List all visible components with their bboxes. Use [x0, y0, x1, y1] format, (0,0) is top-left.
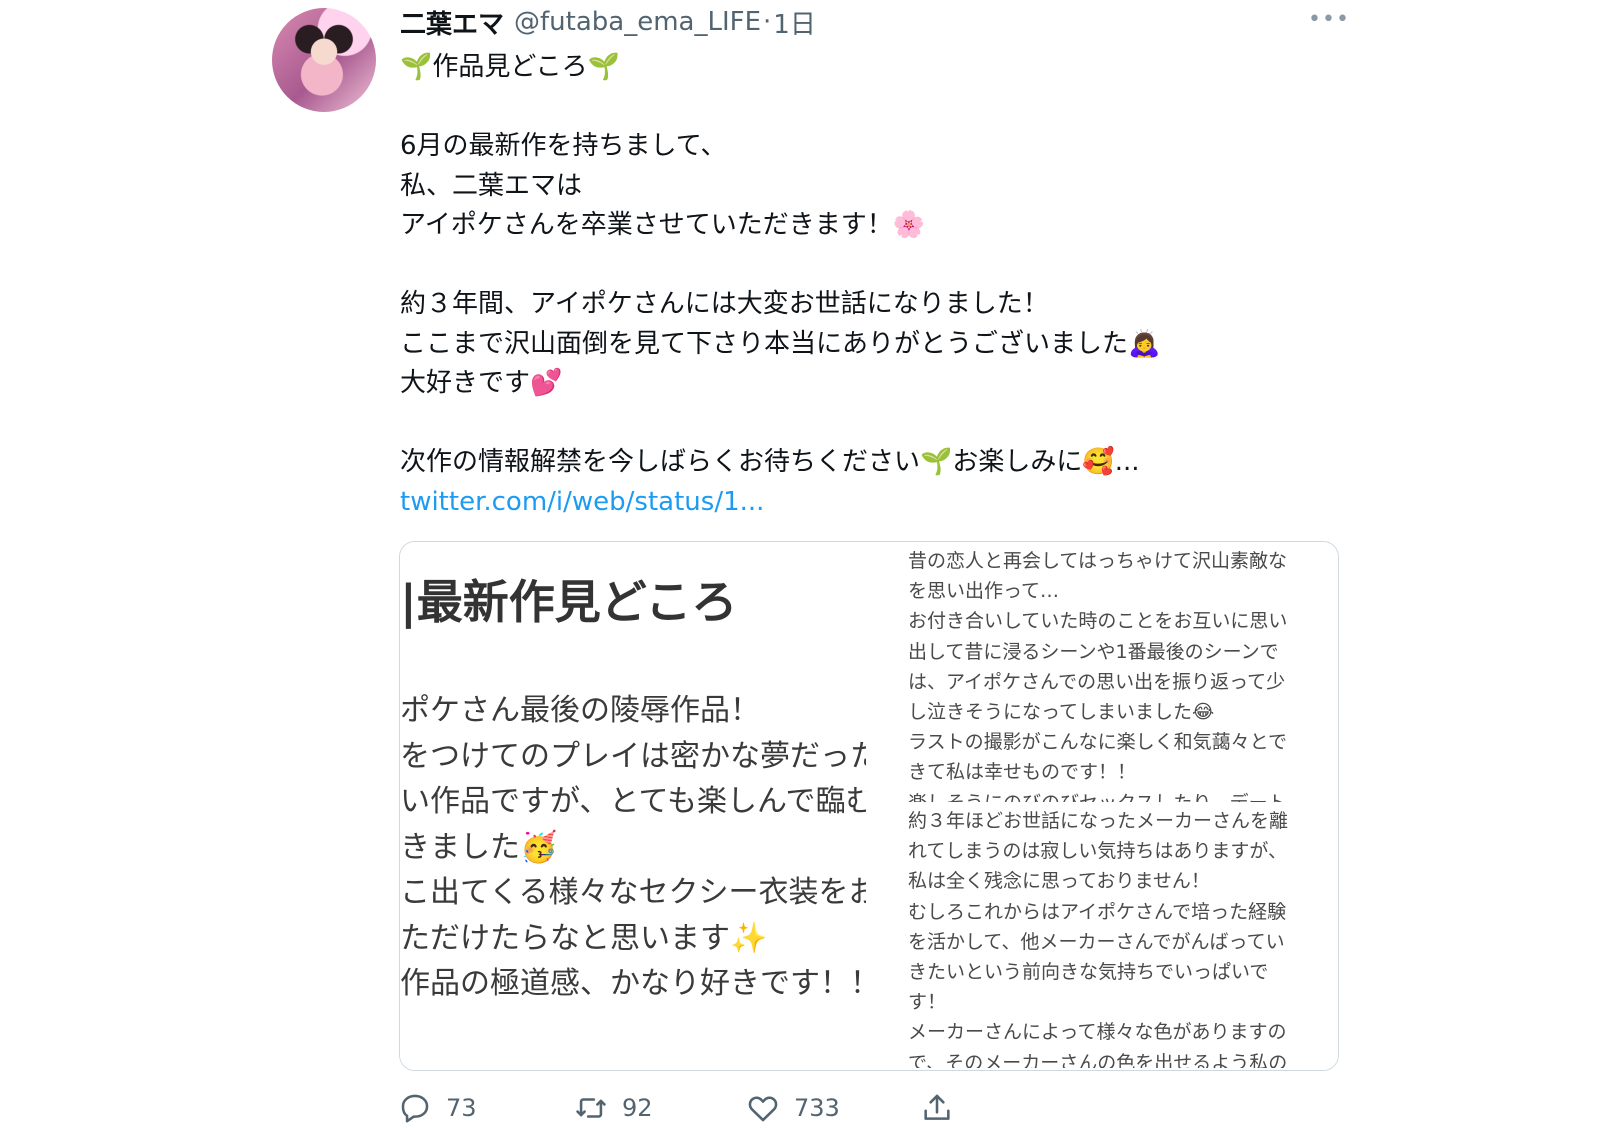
- header-separator: ·: [763, 7, 772, 37]
- reply-count: 73: [446, 1094, 477, 1122]
- tweet-link[interactable]: twitter.com/i/web/status/1...: [400, 483, 1300, 523]
- tweet-line: 次作の情報解禁を今しばらくお待ちください🌱お楽しみに🥰...: [400, 447, 1140, 477]
- like-button[interactable]: 733: [746, 1088, 840, 1128]
- tweet-header: 二葉エマ @futaba_ema_LIFE · 1日: [400, 4, 816, 41]
- image-line: を思い出作って…: [908, 580, 1060, 603]
- image-text-block-top: 昔の恋人と再会してはっちゃけて沢山素敵な を思い出作って… お付き合いしていた時…: [908, 546, 1318, 802]
- author-name[interactable]: 二葉エマ: [400, 4, 504, 41]
- like-count: 733: [794, 1094, 840, 1122]
- image-line: 楽しそうにのびのびセックスしたり、デート: [908, 788, 1318, 803]
- tweet-text: 🌱作品見どころ🌱 6月の最新作を持ちまして、 私、二葉エマは アイポケさんを卒業…: [400, 48, 1300, 522]
- tweet-line: [400, 246, 1300, 286]
- image-line: は、アイポケさんでの思い出を振り返って少: [908, 670, 1286, 693]
- retweet-button[interactable]: 92: [574, 1088, 653, 1128]
- tweet-line: アイポケさんを卒業させていただきます！🌸: [400, 210, 926, 240]
- image-line: きて私は幸せものです！！: [908, 761, 1137, 784]
- more-horizontal-icon[interactable]: •••: [1308, 9, 1349, 31]
- image-line: 昔の恋人と再会してはっちゃけて沢山素敵な: [908, 550, 1288, 572]
- image-line: お付き合いしていた時のことをお互いに思い: [908, 610, 1288, 633]
- tweet-line: ここまで沢山面倒を見て下さり本当にありがとうございました🙇‍♀️: [400, 328, 1161, 359]
- tweet-line: 約３年間、アイポケさんには大変お世話になりました！: [400, 289, 1049, 319]
- image-body-text: ポケさん最後の陵辱作品！ をつけてのプレイは密かな夢だった い作品ですが、とても…: [400, 688, 866, 1007]
- share-icon: [920, 1091, 954, 1125]
- retweet-count: 92: [622, 1094, 653, 1122]
- tweet-line: 大好きです💕: [400, 368, 563, 398]
- image-line: し泣きそうになってしまいました😂: [908, 700, 1215, 723]
- image-line: ラストの撮影がこんなに楽しく和気藹々とで: [908, 731, 1288, 754]
- media-image-left[interactable]: |最新作見どころ ポケさん最後の陵辱作品！ をつけてのプレイは密かな夢だった い…: [400, 542, 866, 1070]
- heart-icon: [746, 1091, 780, 1125]
- image-line: メーカーさんによって様々な色がありますの: [908, 1021, 1287, 1044]
- tweet-line: 6月の最新作を持ちまして、: [400, 131, 727, 161]
- tweet-timestamp[interactable]: 1日: [773, 4, 816, 41]
- media-card[interactable]: |最新作見どころ ポケさん最後の陵辱作品！ をつけてのプレイは密かな夢だった い…: [399, 541, 1339, 1071]
- image-line: を活かして、他メーカーさんでがんばってい: [908, 930, 1285, 953]
- image-line: をつけてのプレイは密かな夢だった: [400, 738, 866, 774]
- image-text-block-bottom: 約３年ほどお世話になったメーカーさんを離 れてしまうのは寂しい気持ちはありますが…: [908, 806, 1318, 1068]
- image-line: 約３年ほどお世話になったメーカーさんを離: [908, 810, 1289, 832]
- image-line: 作品の極道感、かなり好きです！！: [400, 966, 866, 1001]
- tweet-line: 私、二葉エマは: [400, 170, 583, 201]
- reply-button[interactable]: 73: [398, 1088, 477, 1128]
- image-line: 私は全く残念に思っておりません！: [908, 870, 1210, 893]
- image-line: むしろこれからはアイポケさんで培った経験: [908, 900, 1287, 923]
- image-line: す！: [908, 991, 947, 1014]
- author-handle[interactable]: @futaba_ema_LIFE: [514, 7, 761, 37]
- image-line: きたいという前向きな気持ちでいっぱいで: [908, 960, 1269, 983]
- tweet-line: [400, 404, 1300, 444]
- media-image-right[interactable]: 昔の恋人と再会してはっちゃけて沢山素敵な を思い出作って… お付き合いしていた時…: [866, 542, 1338, 1070]
- share-button[interactable]: [920, 1088, 954, 1128]
- image-line: ポケさん最後の陵辱作品！: [400, 693, 760, 728]
- tweet-line: [400, 88, 1300, 128]
- image-line: 出して昔に浸るシーンや1番最後のシーンで: [908, 640, 1279, 663]
- reply-icon: [398, 1091, 432, 1125]
- tweet-line: 🌱作品見どころ🌱: [400, 52, 620, 82]
- image-line: ただけたらなと思います✨: [400, 920, 768, 956]
- image-line: れてしまうのは寂しい気持ちはありますが、: [908, 840, 1288, 863]
- image-title: |最新作見どころ: [400, 575, 738, 629]
- retweet-icon: [574, 1091, 608, 1125]
- image-line: こ出てくる様々なセクシー衣装をお: [400, 875, 866, 910]
- image-line: きました🥳: [400, 829, 558, 865]
- image-line: で、そのメーカーさんの色を出せるよう私の: [908, 1051, 1288, 1069]
- author-avatar[interactable]: [272, 8, 376, 112]
- image-line: い作品ですが、とても楽しんで臨む: [400, 784, 866, 819]
